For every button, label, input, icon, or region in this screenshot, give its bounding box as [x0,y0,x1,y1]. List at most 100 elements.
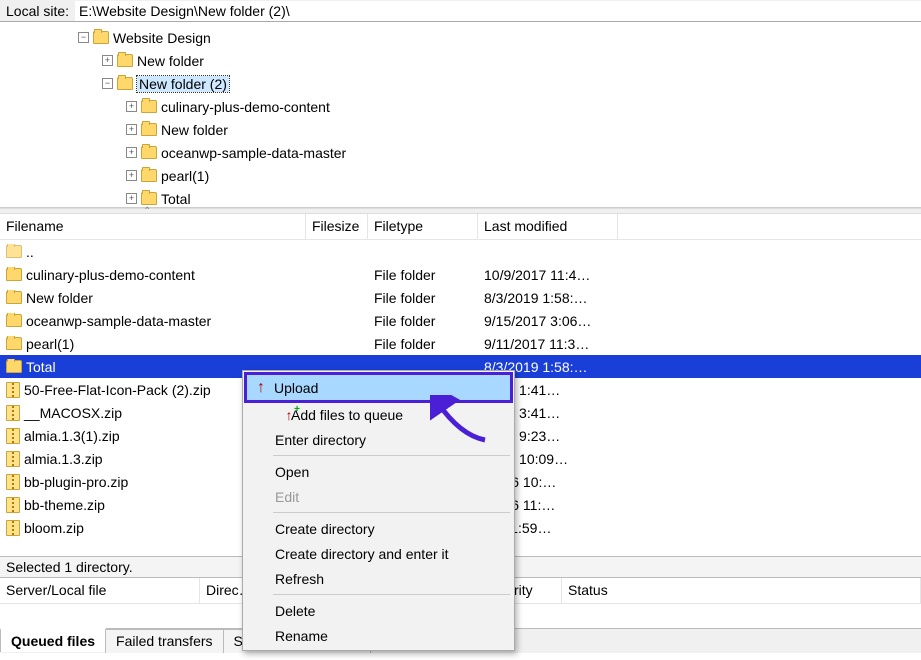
folder-icon [141,192,157,205]
menu-label: Delete [275,603,315,619]
col-priority[interactable]: rity [508,578,562,603]
tree-item[interactable]: −New folder (2) [50,72,921,95]
menu-label: Upload [274,380,318,396]
col-filetype[interactable]: Filetype [368,214,478,239]
zip-icon [6,428,20,444]
local-site-label: Local site: [0,3,75,19]
tree-item[interactable]: + culinary-plus-demo-content [50,95,921,118]
col-status[interactable]: Status [562,578,921,603]
menu-label: Create directory and enter it [275,546,449,562]
file-row[interactable]: oceanwp-sample-data-master File folder9/1… [0,309,921,332]
zip-icon [6,520,20,536]
tab-failed-transfers[interactable]: Failed transfers [105,629,223,653]
col-filesize[interactable]: Filesize [306,214,368,239]
tree-item-label: pearl(1) [161,168,209,184]
menu-label: Create directory [275,521,375,537]
tree-item-label: New folder [137,53,204,69]
folder-icon [141,123,157,136]
file-name: oceanwp-sample-data-master [26,313,211,329]
menu-upload[interactable]: ↑Upload [244,372,513,403]
menu-label: Open [275,464,309,480]
folder-icon [93,31,109,44]
menu-delete[interactable]: Delete [245,598,512,623]
folder-icon [6,360,22,373]
file-row[interactable]: pearl(1) File folder9/11/2017 11:3… [0,332,921,355]
local-site-path-bar: Local site: [0,0,921,22]
expander-icon[interactable]: + [102,55,113,66]
folder-icon [6,314,22,327]
file-name: Total [26,359,56,375]
file-row[interactable]: .. [0,240,921,263]
file-name: New folder [26,290,93,306]
menu-edit: Edit [245,484,512,509]
file-name: almia.1.3(1).zip [24,428,120,444]
col-filename[interactable]: Filename [0,214,306,239]
zip-icon [6,405,20,421]
local-site-input[interactable] [75,1,921,21]
file-name: almia.1.3.zip [24,451,103,467]
menu-label: Refresh [275,571,324,587]
folder-icon [141,169,157,182]
context-menu: ↑Upload↑Add files to queueEnter director… [242,370,515,651]
tree-item[interactable]: + oceanwp-sample-data-master [50,141,921,164]
menu-create-directory-and-enter-it[interactable]: Create directory and enter it [245,541,512,566]
expander-icon[interactable]: + [126,147,137,158]
folder-icon [6,291,22,304]
zip-icon [6,451,20,467]
folder-icon [6,337,22,350]
file-type: File folder [368,336,478,352]
zip-icon [6,474,20,490]
menu-open[interactable]: Open [245,459,512,484]
folder-tree[interactable]: −Website Design+New folder−New folder (2… [0,22,921,208]
parent-folder-icon [6,245,22,258]
col-server-local-file[interactable]: Server/Local file [0,578,200,603]
tree-item-label: Website Design [113,30,211,46]
add-queue-icon: ↑ [281,407,297,423]
tree-item[interactable]: +New folder [50,118,921,141]
file-name: bb-plugin-pro.zip [24,474,128,490]
col-lastmodified[interactable]: Last modified [478,214,618,239]
expander-icon[interactable]: + [126,101,137,112]
tree-item[interactable]: + New folder [50,49,921,72]
file-row[interactable]: New folder File folder8/3/2019 1:58:… [0,286,921,309]
tree-item-label: oceanwp-sample-data-master [161,145,346,161]
expander-icon[interactable]: + [126,193,137,204]
expander-icon[interactable]: + [126,124,137,135]
expander-icon[interactable]: − [102,78,113,89]
file-type: File folder [368,313,478,329]
tree-item-label: culinary-plus-demo-content [161,99,330,115]
menu-create-directory[interactable]: Create directory [245,516,512,541]
folder-icon [141,146,157,159]
file-modified: 9/15/2017 3:06… [478,313,618,329]
expander-icon[interactable]: − [78,32,89,43]
menu-rename[interactable]: Rename [245,623,512,648]
tab-queued-files[interactable]: Queued files [0,628,106,652]
menu-label: Edit [275,489,299,505]
menu-separator [273,594,510,595]
menu-label: Enter directory [275,432,366,448]
file-modified: 10/9/2017 11:4… [478,267,618,283]
file-modified: 8/3/2019 1:58:… [478,290,618,306]
tree-item[interactable]: + Total [50,187,921,208]
tree-item[interactable]: − Website Design [50,26,921,49]
file-modified: 9/11/2017 11:3… [478,336,618,352]
menu-add-files-to-queue[interactable]: ↑Add files to queue [245,402,512,427]
file-type: File folder [368,290,478,306]
file-row[interactable]: culinary-plus-demo-contentFile folder10/… [0,263,921,286]
file-name: bb-theme.zip [24,497,105,513]
menu-label: Add files to queue [291,407,403,423]
menu-refresh[interactable]: Refresh [245,566,512,591]
folder-icon [6,268,22,281]
file-type: File folder [368,267,478,283]
menu-enter-directory[interactable]: Enter directory [245,427,512,452]
folder-icon [117,54,133,67]
file-name: pearl(1) [26,336,74,352]
splitter[interactable] [0,208,921,214]
folder-icon [117,77,133,90]
file-list-header: Filename Filesize Filetype Last modified [0,214,921,240]
zip-icon [6,382,20,398]
menu-label: Rename [275,628,328,644]
tree-item-label: Total [161,191,191,207]
expander-icon[interactable]: + [126,170,137,181]
tree-item[interactable]: + pearl(1) [50,164,921,187]
